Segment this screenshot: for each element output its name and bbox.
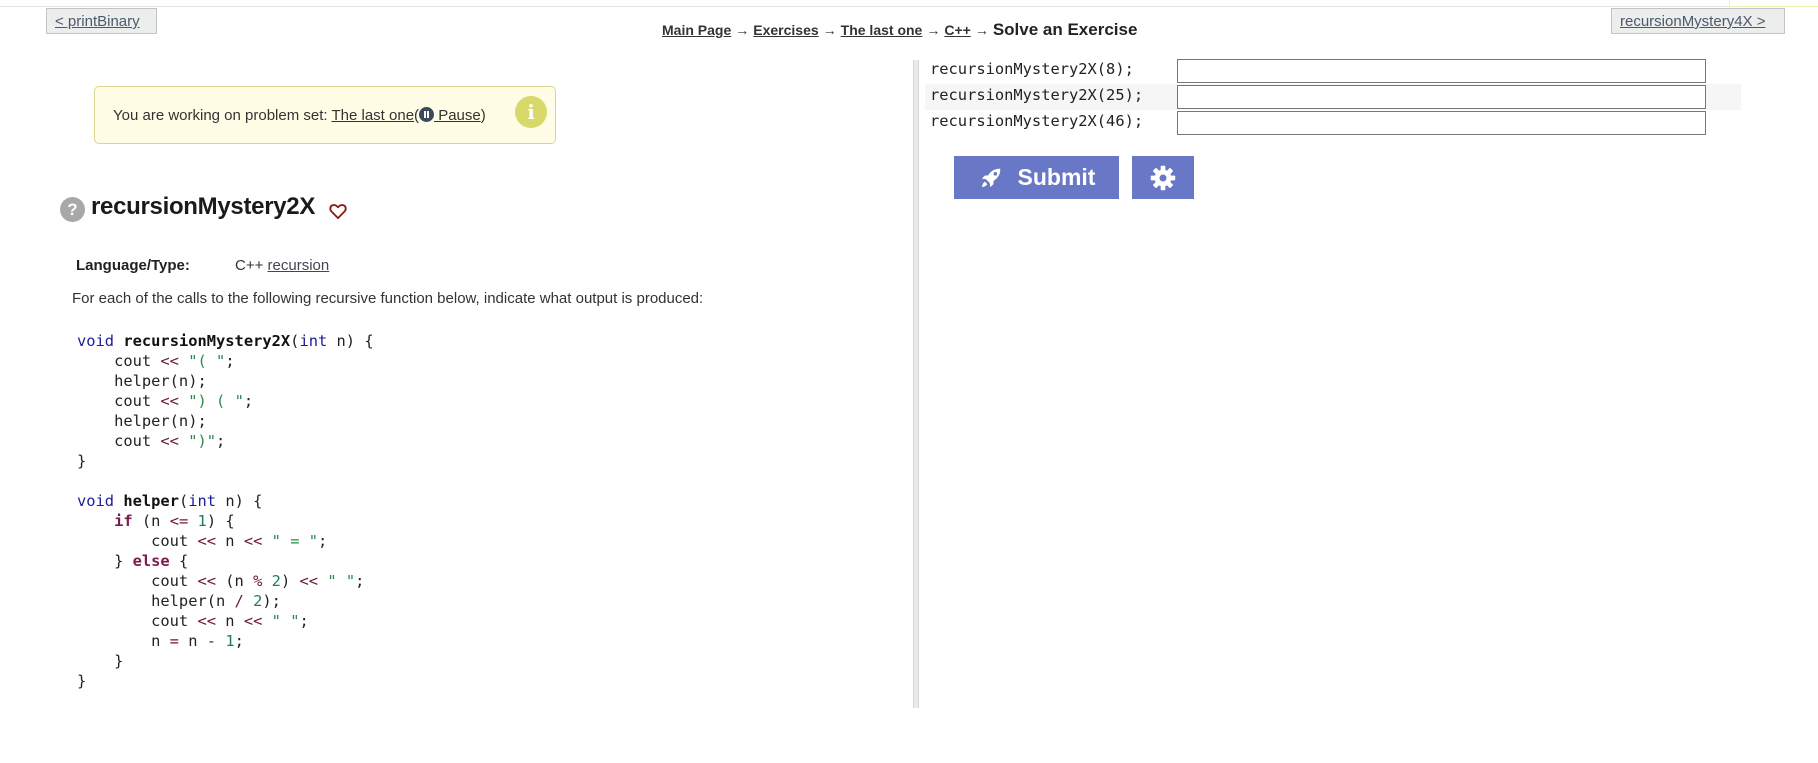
code-line: void recursionMystery2X(int n) { [77, 332, 374, 350]
breadcrumb-exercises[interactable]: Exercises [753, 22, 818, 38]
panel-splitter[interactable] [913, 60, 919, 708]
breadcrumb-arrow: → [822, 22, 837, 38]
code-block: void recursionMystery2X(int n) { cout <<… [77, 331, 374, 691]
favorite-heart-icon[interactable] [328, 201, 348, 221]
code-line: void helper(int n) { [77, 492, 263, 510]
breadcrumb-main-page[interactable]: Main Page [662, 22, 731, 38]
code-line: cout << (n % 2) << " "; [77, 572, 365, 590]
notice-close-paren: ) [480, 107, 486, 124]
code-line: } else { [77, 552, 189, 570]
answer-input[interactable] [1177, 85, 1706, 109]
problem-set-notice: You are working on problem set: The last… [94, 86, 556, 144]
breadcrumb-problem-set[interactable]: The last one [841, 22, 923, 38]
code-line: } [77, 652, 124, 670]
language-name: C++ [235, 257, 264, 274]
code-line: cout << n << " = "; [77, 532, 328, 550]
call-row: recursionMystery2X(8); [925, 58, 1741, 84]
gear-icon [1150, 165, 1176, 190]
call-expression: recursionMystery2X(25); [930, 86, 1144, 104]
pause-icon [419, 107, 435, 122]
breadcrumb: Main Page → Exercises → The last one → C++ → Sol… [662, 20, 1137, 40]
code-line: cout << ")"; [77, 432, 226, 450]
call-row: recursionMystery2X(25); [925, 84, 1741, 110]
call-row: recursionMystery2X(46); [925, 110, 1741, 136]
code-line: helper(n); [77, 412, 207, 430]
help-icon[interactable]: ? [60, 197, 85, 222]
problem-description: For each of the calls to the following r… [72, 290, 704, 307]
code-line: n = n - 1; [77, 632, 244, 650]
code-line: } [77, 672, 87, 690]
info-icon[interactable]: i [515, 96, 547, 128]
submit-label: Submit [1017, 164, 1096, 190]
language-type-label: Language/Type: [76, 257, 190, 274]
call-expression: recursionMystery2X(46); [930, 112, 1144, 130]
top-corner-decoration [1729, 0, 1818, 7]
notice-text: You are working on problem set: [113, 107, 328, 124]
problem-set-link[interactable]: The last one [331, 107, 414, 124]
prev-exercise-button[interactable]: < printBinary [46, 8, 157, 34]
call-list: recursionMystery2X(8); recursionMystery2X… [925, 58, 1741, 136]
type-link[interactable]: recursion [268, 257, 330, 274]
code-line: cout << n << " "; [77, 612, 309, 630]
code-line: helper(n); [77, 372, 207, 390]
answer-input[interactable] [1177, 59, 1706, 83]
breadcrumb-cpp[interactable]: C++ [944, 22, 970, 38]
pause-label: Pause [434, 107, 481, 124]
rocket-icon [981, 168, 1000, 187]
breadcrumb-arrow: → [735, 22, 750, 38]
code-line: } [77, 452, 87, 470]
code-line: if (n <= 1) { [114, 512, 235, 530]
answer-input[interactable] [1177, 111, 1706, 135]
code-line: cout << ") ( "; [77, 392, 254, 410]
language-type-value: C++ recursion [235, 257, 329, 274]
breadcrumb-arrow: → [926, 22, 941, 38]
submit-button[interactable]: Submit [954, 156, 1119, 199]
code-line: helper(n / 2); [77, 592, 281, 610]
top-border [0, 0, 1818, 7]
breadcrumb-arrow: → [974, 22, 989, 38]
settings-button[interactable] [1132, 156, 1194, 199]
call-expression: recursionMystery2X(8); [930, 60, 1134, 78]
problem-title: recursionMystery2X [91, 193, 316, 220]
breadcrumb-current: Solve an Exercise [992, 20, 1138, 39]
next-exercise-button[interactable]: recursionMystery4X > [1611, 8, 1785, 34]
code-line: cout << "( "; [77, 352, 235, 370]
pause-link[interactable]: Pause [419, 107, 481, 124]
